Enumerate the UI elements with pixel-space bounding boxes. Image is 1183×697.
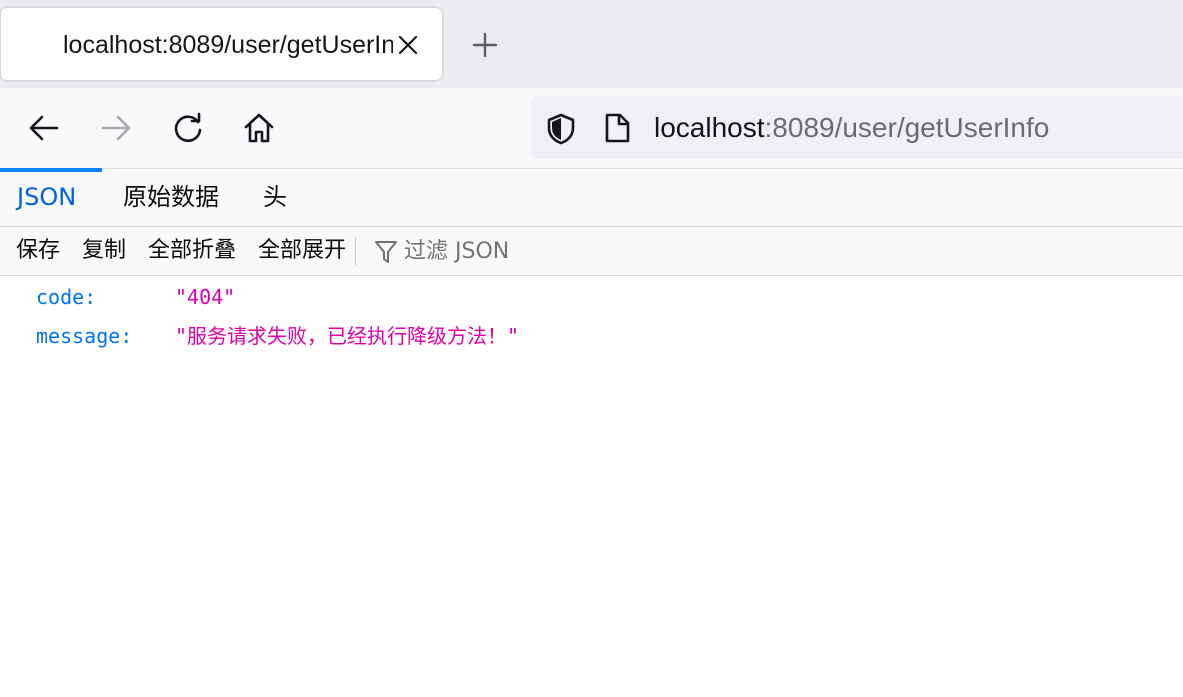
url-bar[interactable]: localhost:8089/user/getUserInfo	[530, 96, 1183, 159]
expand-all-button[interactable]: 全部展开	[258, 227, 346, 275]
tab-raw-data[interactable]: 原始数据	[106, 169, 236, 226]
json-tree: code: "404" message: "服务请求失败，已经执行降级方法！"	[0, 276, 1183, 697]
tab-title: localhost:8089/user/getUserInfo	[63, 31, 393, 59]
close-icon[interactable]	[394, 31, 422, 59]
url-host: localhost	[654, 112, 765, 143]
json-row[interactable]: code: "404"	[0, 277, 1183, 317]
json-value: "404"	[175, 285, 236, 309]
copy-button[interactable]: 复制	[82, 227, 126, 275]
funnel-icon	[375, 241, 397, 263]
navigation-bar: localhost:8089/user/getUserInfo	[0, 88, 1183, 169]
collapse-all-button[interactable]: 全部折叠	[148, 227, 236, 275]
url-path: :8089/user/getUserInfo	[764, 112, 1050, 143]
shield-icon[interactable]	[544, 112, 578, 146]
json-key: code:	[36, 285, 97, 309]
reload-icon	[174, 112, 202, 143]
json-toolbar: 保存 复制 全部折叠 全部展开	[0, 227, 1183, 276]
json-value: "服务请求失败，已经执行降级方法！"	[175, 324, 520, 348]
browser-tab[interactable]: localhost:8089/user/getUserInfo	[1, 8, 442, 80]
home-button[interactable]	[239, 108, 279, 148]
arrow-left-icon	[29, 115, 59, 141]
back-button[interactable]	[24, 108, 64, 148]
viewer-tabs: JSON 原始数据 头	[0, 168, 1183, 227]
json-key: message:	[36, 324, 133, 348]
plus-icon[interactable]	[468, 28, 502, 62]
tab-json[interactable]: JSON	[0, 169, 93, 226]
forward-button[interactable]	[96, 108, 136, 148]
tab-headers[interactable]: 头	[246, 169, 304, 226]
home-icon	[244, 113, 274, 143]
save-button[interactable]: 保存	[16, 227, 60, 275]
url-text[interactable]: localhost:8089/user/getUserInfo	[654, 110, 1049, 146]
json-row[interactable]: message: "服务请求失败，已经执行降级方法！"	[0, 316, 1183, 356]
page-icon[interactable]	[602, 112, 632, 144]
tab-strip: localhost:8089/user/getUserInfo	[0, 0, 1183, 88]
filter-input[interactable]	[400, 233, 708, 269]
toolbar-divider	[355, 237, 356, 265]
arrow-right-icon	[101, 115, 131, 141]
reload-button[interactable]	[168, 108, 208, 148]
